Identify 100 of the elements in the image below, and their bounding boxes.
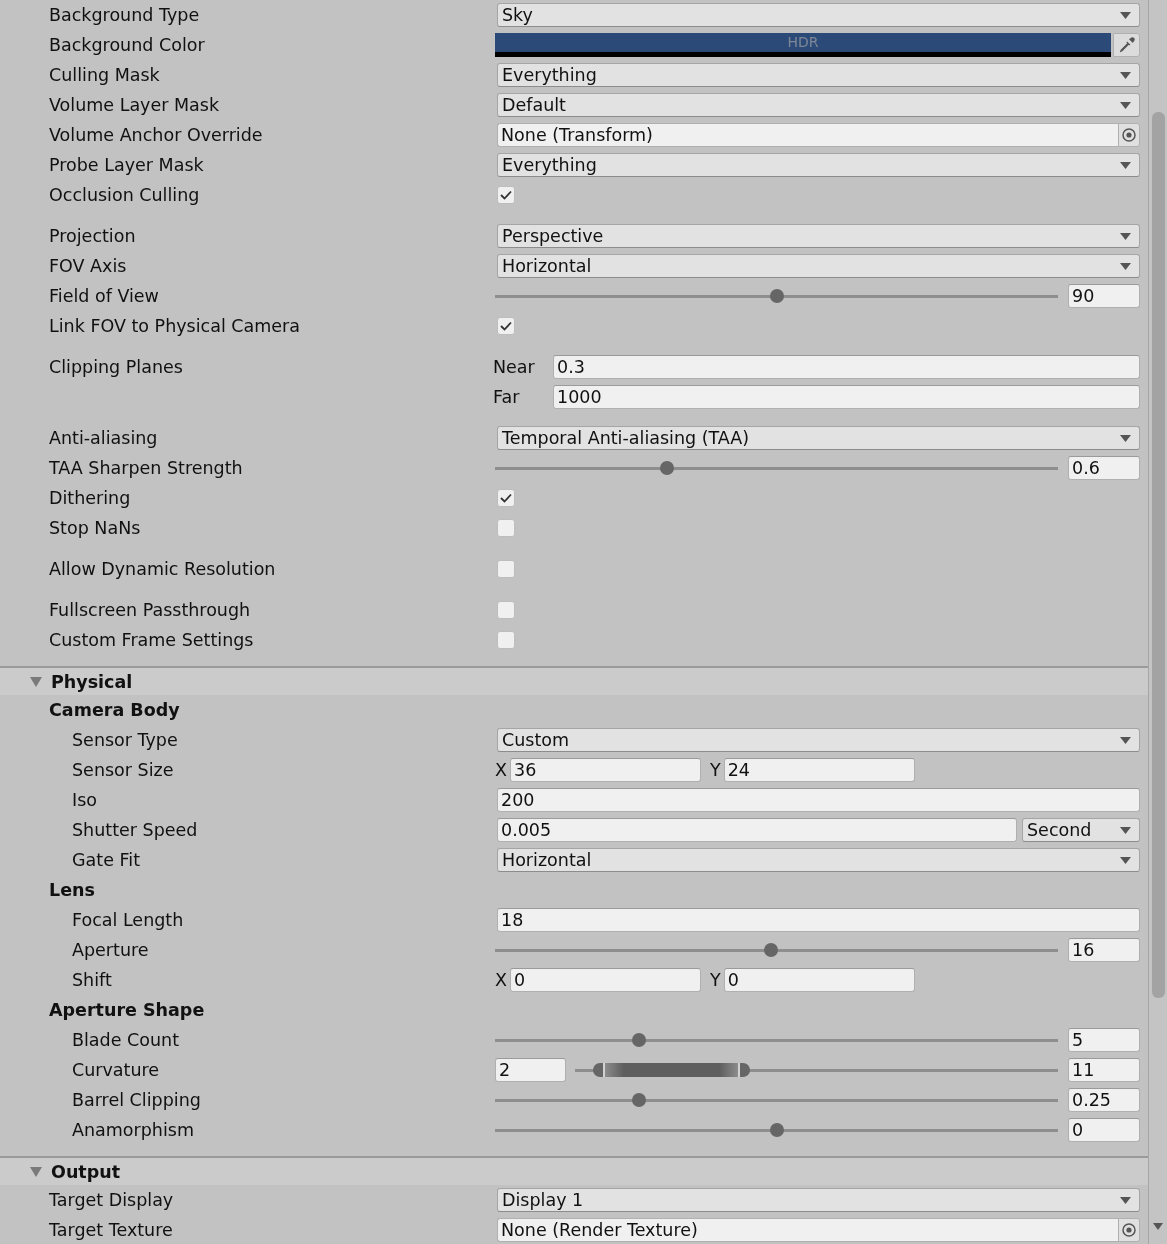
property-label: Iso — [72, 789, 97, 812]
dropdown[interactable]: Horizontal — [497, 848, 1140, 872]
checkbox[interactable] — [497, 186, 515, 204]
property-label: Target Display — [49, 1189, 174, 1212]
property-label: Aperture — [72, 939, 149, 962]
dropdown[interactable]: Everything — [497, 63, 1140, 87]
caret-icon — [1120, 232, 1131, 240]
range-handle[interactable] — [738, 1063, 751, 1077]
checkbox[interactable] — [497, 601, 515, 619]
checkbox[interactable] — [497, 519, 515, 537]
unit-dropdown[interactable]: Second — [1022, 818, 1140, 842]
eyedropper-icon — [1118, 37, 1135, 53]
dropdown[interactable]: Default — [497, 93, 1140, 117]
caret-icon — [1120, 736, 1131, 744]
caret-icon — [1120, 434, 1131, 442]
checkbox[interactable] — [497, 631, 515, 649]
checkbox[interactable] — [497, 560, 515, 578]
property-label: Custom Frame Settings — [49, 629, 254, 652]
property-label: Volume Anchor Override — [49, 124, 263, 147]
number-field[interactable]: 2 — [495, 1058, 566, 1082]
range-fill[interactable] — [605, 1063, 739, 1077]
number-field[interactable]: 200 — [497, 788, 1140, 812]
number-field[interactable]: 0.6 — [1068, 456, 1140, 480]
scrollbar-track[interactable] — [1148, 0, 1167, 1244]
property-label: Anamorphism — [72, 1119, 194, 1142]
caret-icon — [1120, 856, 1131, 864]
property-label: Shift — [72, 969, 112, 992]
dropdown[interactable]: Horizontal — [497, 254, 1140, 278]
property-label: Volume Layer Mask — [49, 94, 220, 117]
property-label: Target Texture — [49, 1219, 173, 1242]
property-label: Probe Layer Mask — [49, 154, 204, 177]
property-label: Projection — [49, 225, 136, 248]
axis-label: X — [495, 970, 507, 990]
property-label: Sensor Type — [72, 729, 178, 752]
number-field[interactable]: 18 — [497, 908, 1140, 932]
property-label: Gate Fit — [72, 849, 140, 872]
field-label: Far — [493, 387, 520, 407]
property-label: Allow Dynamic Resolution — [49, 558, 276, 581]
check-icon — [500, 321, 512, 331]
number-field[interactable]: 0 — [1068, 1118, 1140, 1142]
property-label: Background Type — [49, 4, 200, 27]
property-label: Blade Count — [72, 1029, 179, 1052]
slider-thumb[interactable] — [632, 1093, 647, 1107]
range-handle[interactable] — [593, 1063, 606, 1077]
axis-label: Y — [710, 970, 721, 990]
caret-icon — [1120, 1196, 1131, 1204]
slider-thumb[interactable] — [764, 943, 778, 957]
axis-label: X — [495, 760, 507, 780]
circle-dot-icon — [1122, 128, 1136, 142]
number-field[interactable]: 90 — [1068, 284, 1140, 308]
property-label: Fullscreen Passthrough — [49, 599, 251, 622]
scrollbar-thumb[interactable] — [1151, 112, 1165, 998]
property-label: Field of View — [49, 285, 159, 308]
group-title: Aperture Shape — [49, 999, 205, 1022]
group-title: Lens — [49, 879, 95, 902]
object-field[interactable]: None (Render Texture) — [497, 1218, 1118, 1242]
property-label: Stop NaNs — [49, 517, 141, 540]
object-picker-button[interactable] — [1118, 123, 1140, 147]
circle-dot-icon — [1122, 1223, 1136, 1237]
number-field[interactable]: 24 — [723, 758, 915, 782]
property-label: FOV Axis — [49, 255, 127, 278]
dropdown[interactable]: Perspective — [497, 224, 1140, 248]
field-label: Near — [493, 357, 535, 377]
property-label: Dithering — [49, 487, 131, 510]
number-field[interactable]: 0.005 — [497, 818, 1017, 842]
check-icon — [500, 190, 512, 200]
caret-icon — [1120, 101, 1131, 109]
number-field[interactable]: 0 — [723, 968, 915, 992]
number-field[interactable]: 16 — [1068, 938, 1140, 962]
slider-thumb[interactable] — [769, 1123, 784, 1137]
slider-thumb[interactable] — [632, 1033, 647, 1047]
checkbox[interactable] — [497, 489, 515, 507]
number-field[interactable]: 0.25 — [1068, 1088, 1140, 1112]
property-label: Clipping Planes — [49, 356, 183, 379]
caret-icon — [1120, 11, 1131, 19]
text-field[interactable]: 1000 — [553, 385, 1140, 409]
caret-icon — [1120, 161, 1131, 169]
scroll-down-icon[interactable] — [1153, 1223, 1163, 1230]
number-field[interactable]: 36 — [510, 758, 701, 782]
object-picker-button[interactable] — [1118, 1218, 1140, 1242]
checkbox[interactable] — [497, 317, 515, 335]
object-field[interactable]: None (Transform) — [497, 123, 1118, 147]
foldout-header[interactable]: Output — [0, 1158, 1148, 1185]
dropdown[interactable]: Custom — [497, 728, 1140, 752]
slider-thumb[interactable] — [769, 289, 784, 303]
text-field[interactable]: 0.3 — [553, 355, 1140, 379]
check-icon — [500, 493, 512, 503]
property-label: Background Color — [49, 34, 205, 57]
eyedropper-button[interactable] — [1113, 33, 1140, 57]
dropdown[interactable]: Sky — [497, 3, 1140, 27]
property-label: Shutter Speed — [72, 819, 198, 842]
group-title: Camera Body — [49, 699, 180, 722]
dropdown[interactable]: Temporal Anti-aliasing (TAA) — [497, 426, 1140, 450]
slider-thumb[interactable] — [659, 461, 674, 475]
dropdown[interactable]: Everything — [497, 153, 1140, 177]
number-field[interactable]: 5 — [1068, 1028, 1140, 1052]
number-field[interactable]: 11 — [1068, 1058, 1140, 1082]
number-field[interactable]: 0 — [510, 968, 701, 992]
dropdown[interactable]: Display 1 — [497, 1188, 1140, 1212]
foldout-header[interactable]: Physical — [0, 668, 1148, 695]
